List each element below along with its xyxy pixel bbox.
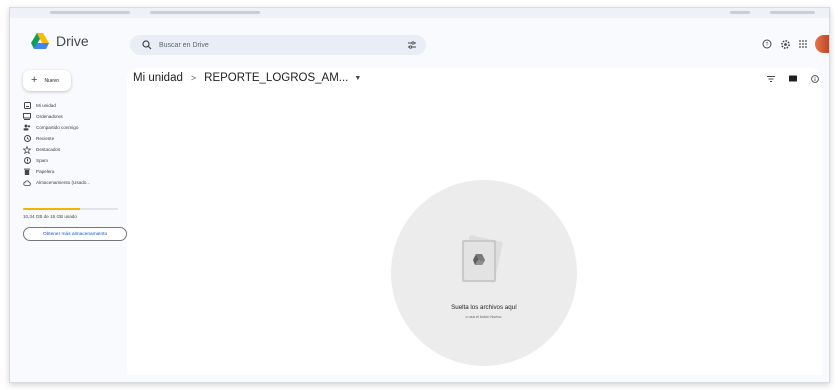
search-box[interactable]: Buscar en Drive [130,35,426,55]
apps-grid-icon[interactable] [797,38,809,50]
account-avatar[interactable] [815,35,829,53]
drive-icon [23,102,31,110]
header-actions: ? [761,35,829,53]
new-button-label: Nuevo [44,77,59,84]
main-panel: Mi unidad > REPORTE_LOGROS_AM... ▼ Suelt… [127,68,822,375]
sidebar-item-recent[interactable]: Reciente [10,133,128,144]
sidebar-nav: Mi unidad Ordenadores Compartido conmigo… [10,100,128,188]
sidebar-item-label: Destacados [36,147,61,152]
sidebar-item-label: Ordenadores [36,114,63,119]
new-button[interactable]: + Nuevo [23,70,71,91]
storage-usage-text: 10,34 GB de 15 GB usado [23,214,77,219]
trash-icon [23,168,31,176]
spam-icon [23,157,31,165]
sidebar-item-label: Reciente [36,136,55,141]
sidebar: + Nuevo Mi unidad Ordenadores Compartido… [10,68,128,382]
star-icon [23,145,31,154]
drive-logo[interactable]: Drive [31,33,89,49]
breadcrumb-root[interactable]: Mi unidad [133,72,183,84]
search-icon[interactable] [142,40,152,50]
grid-view-icon[interactable] [788,74,797,83]
help-icon[interactable]: ? [761,38,773,50]
sidebar-item-computers[interactable]: Ordenadores [10,111,128,122]
storage-progress-fill [23,208,80,210]
get-more-storage-label: Obtener más almacenamiento [42,231,108,237]
svg-text:?: ? [766,42,769,48]
sidebar-item-label: Spam [36,158,49,163]
app-name: Drive [56,33,89,49]
sidebar-item-starred[interactable]: Destacados [10,144,128,155]
app-header: Drive Buscar en Drive ? [10,18,829,68]
view-actions [766,74,819,83]
sidebar-item-label: Mi unidad [36,103,56,108]
breadcrumb: Mi unidad > REPORTE_LOGROS_AM... ▼ [133,72,361,84]
info-icon[interactable] [810,74,819,83]
search-options-icon[interactable] [407,40,417,50]
sidebar-item-storage[interactable]: Almacenamiento (Usado... [10,177,128,188]
computer-icon [23,113,31,121]
chevron-down-icon[interactable]: ▼ [354,75,361,82]
drop-title: Suelta los archivos aquí [451,304,517,311]
sidebar-item-label: Papelera [36,169,55,174]
breadcrumb-separator: > [190,73,197,83]
drive-logo-icon [31,33,49,49]
drop-files-illustration-icon [461,235,503,283]
cloud-icon [23,179,31,187]
people-icon [23,124,31,132]
clock-icon [23,135,31,143]
sidebar-item-label: Almacenamiento (Usado... [36,180,91,185]
sidebar-item-my-drive[interactable]: Mi unidad [10,100,128,111]
get-more-storage-button[interactable]: Obtener más almacenamiento [23,227,127,241]
breadcrumb-current-folder[interactable]: REPORTE_LOGROS_AM... [204,72,348,84]
storage-progress-bar [23,208,118,210]
sidebar-item-trash[interactable]: Papelera [10,166,128,177]
browser-top-strip [10,8,829,18]
drop-zone[interactable]: Suelta los archivos aquí o usa el botón … [391,180,577,366]
drop-subtitle: o usa el botón Nuevo. [465,315,503,319]
sidebar-item-label: Compartido conmigo [36,125,79,130]
search-input[interactable]: Buscar en Drive [159,42,209,49]
plus-icon: + [31,74,38,86]
sidebar-item-spam[interactable]: Spam [10,155,128,166]
filter-icon[interactable] [766,74,775,83]
settings-gear-icon[interactable] [779,38,791,50]
drive-window: Drive Buscar en Drive ? + Nuevo Mi unida… [9,7,830,383]
sidebar-item-shared[interactable]: Compartido conmigo [10,122,128,133]
